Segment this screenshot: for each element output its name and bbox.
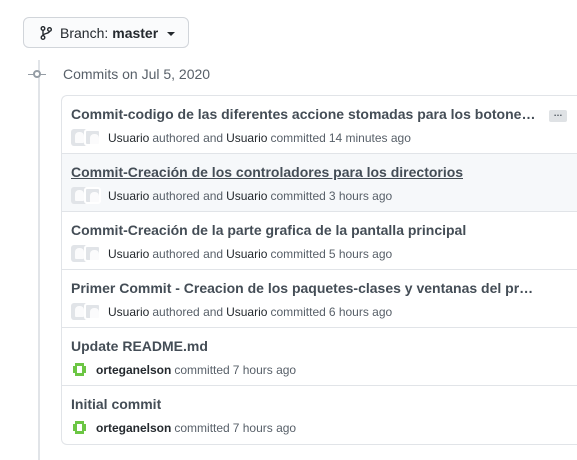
commit-title-link[interactable]: Commit-Creación de la parte grafica de l… xyxy=(71,222,466,238)
commit-row: Commit-codigo de las diferentes accione … xyxy=(62,96,577,154)
commit-dot-icon xyxy=(33,70,41,78)
timeline-line xyxy=(38,60,40,460)
committer-link[interactable]: Usuario xyxy=(226,189,267,203)
avatar[interactable] xyxy=(84,303,101,320)
commit-title-link[interactable]: Commit-codigo de las diferentes accione … xyxy=(71,106,539,122)
author-link[interactable]: Usuario xyxy=(108,247,149,261)
commit-title-link[interactable]: Update README.md xyxy=(71,338,208,354)
avatar[interactable] xyxy=(71,419,88,436)
branch-name: master xyxy=(112,24,159,41)
avatar-pair xyxy=(71,129,101,146)
commit-title-link[interactable]: Initial commit xyxy=(71,396,161,412)
commit-time[interactable]: 7 hours ago xyxy=(233,363,296,377)
commit-row: Initial commit orteganelson committed 7 … xyxy=(62,386,577,444)
commit-row: Commit-Creación de los controladores par… xyxy=(62,154,577,212)
avatar-pair xyxy=(71,245,101,262)
committer-link[interactable]: orteganelson xyxy=(96,363,171,377)
committer-link[interactable]: Usuario xyxy=(226,247,267,261)
avatar[interactable] xyxy=(84,245,101,262)
authored-text: authored and xyxy=(152,130,224,145)
chevron-down-icon xyxy=(167,31,176,36)
commit-meta: Usuario authored and Usuario committed 6… xyxy=(71,303,392,320)
commit-time[interactable]: 6 hours ago xyxy=(329,305,392,319)
committed-text: committed xyxy=(174,362,230,377)
commit-row: Primer Commit - Creacion de los paquetes… xyxy=(62,270,577,328)
branch-prefix: Branch: xyxy=(60,24,109,41)
authored-text: authored and xyxy=(152,304,224,319)
commit-meta: Usuario authored and Usuario committed 3… xyxy=(71,187,392,204)
avatar[interactable] xyxy=(71,361,88,378)
expand-message-button[interactable]: … xyxy=(549,109,567,122)
commit-meta: Usuario authored and Usuario committed 5… xyxy=(71,245,392,262)
commit-list: Commit-codigo de las diferentes accione … xyxy=(61,95,577,445)
avatar-pair xyxy=(71,187,101,204)
author-link[interactable]: Usuario xyxy=(108,305,149,319)
commit-time[interactable]: 14 minutes ago xyxy=(329,131,411,145)
branch-select-button[interactable]: Branch: master xyxy=(23,17,189,48)
avatar[interactable] xyxy=(84,129,101,146)
committed-text: committed xyxy=(270,130,326,145)
committer-link[interactable]: Usuario xyxy=(226,131,267,145)
committed-text: committed xyxy=(174,420,230,435)
commit-time[interactable]: 3 hours ago xyxy=(329,189,392,203)
commits-date-heading: Commits on Jul 5, 2020 xyxy=(63,66,211,82)
commit-title-link[interactable]: Commit-Creación de los controladores par… xyxy=(71,164,463,180)
commit-meta: orteganelson committed 7 hours ago xyxy=(71,361,296,378)
committed-text: committed xyxy=(270,304,326,319)
avatar[interactable] xyxy=(84,187,101,204)
commit-meta: Usuario authored and Usuario committed 1… xyxy=(71,129,411,146)
commit-meta: orteganelson committed 7 hours ago xyxy=(71,419,296,436)
authored-text: authored and xyxy=(152,188,224,203)
avatar-pair xyxy=(71,303,101,320)
committed-text: committed xyxy=(270,246,326,261)
commit-row: Commit-Creación de la parte grafica de l… xyxy=(62,212,577,270)
authored-text: authored and xyxy=(152,246,224,261)
author-link[interactable]: Usuario xyxy=(108,189,149,203)
committed-text: committed xyxy=(270,188,326,203)
commit-time[interactable]: 5 hours ago xyxy=(329,247,392,261)
commit-title-link[interactable]: Primer Commit - Creacion de los paquetes… xyxy=(71,280,539,296)
commit-time[interactable]: 7 hours ago xyxy=(233,421,296,435)
committer-link[interactable]: Usuario xyxy=(226,305,267,319)
commit-row: Update README.md orteganelson committed … xyxy=(62,328,577,386)
committer-link[interactable]: orteganelson xyxy=(96,421,171,435)
git-branch-icon xyxy=(40,25,52,40)
author-link[interactable]: Usuario xyxy=(108,131,149,145)
